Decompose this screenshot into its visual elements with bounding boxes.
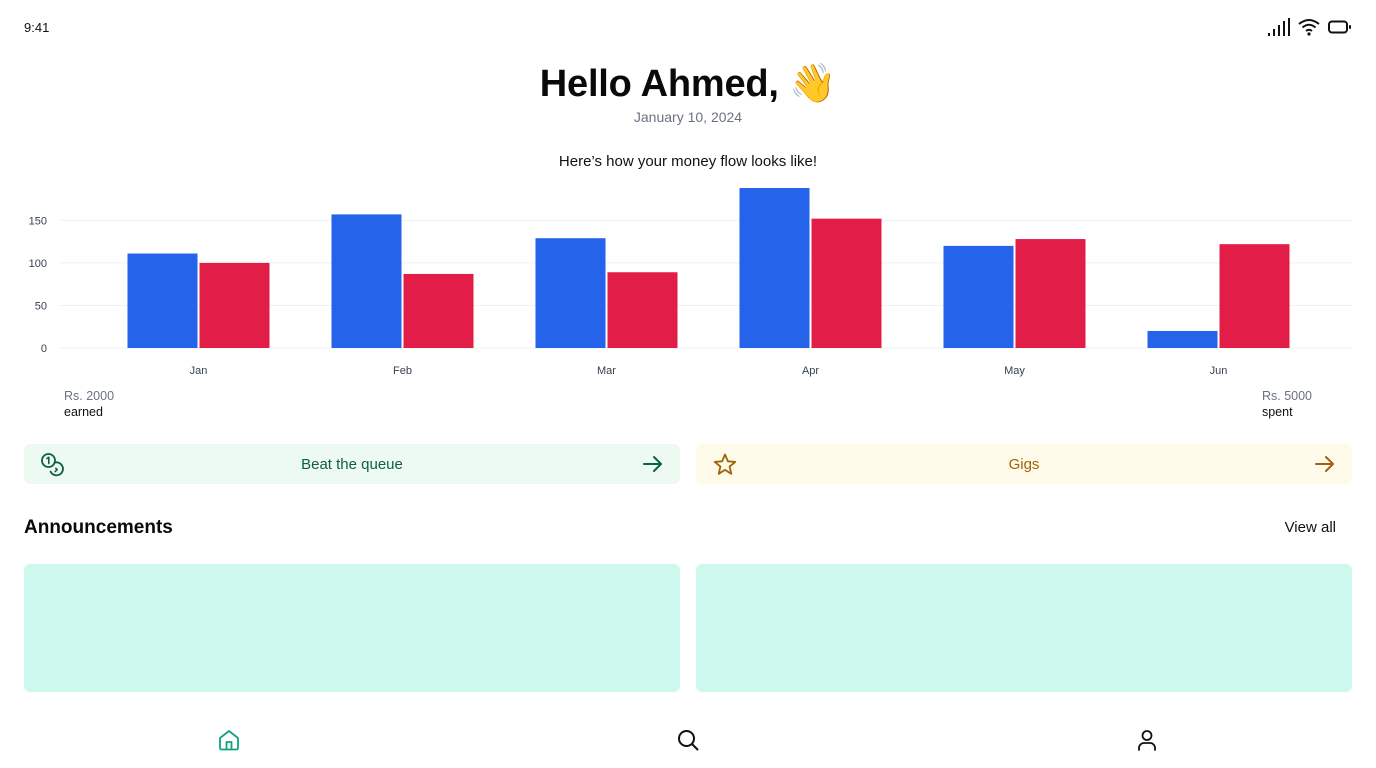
bar-earned: [331, 214, 402, 348]
y-tick-label: 100: [29, 258, 47, 270]
x-tick-label: May: [1004, 365, 1025, 377]
star-icon: [712, 452, 738, 482]
beat-the-queue-label: Beat the queue: [301, 455, 403, 473]
battery-icon: [1328, 20, 1352, 34]
user-icon: [1135, 728, 1159, 757]
x-tick-label: Jan: [190, 365, 208, 377]
arrow-right-icon: [642, 454, 664, 478]
bar-spent: [1219, 244, 1290, 348]
spent-label: spent: [1261, 405, 1293, 419]
view-all-link[interactable]: View all: [1285, 519, 1336, 536]
x-tick-label: Mar: [597, 365, 616, 377]
bar-earned: [739, 188, 810, 348]
announcement-card[interactable]: [24, 564, 680, 692]
status-time: 9:41: [24, 20, 50, 35]
nav-home[interactable]: [205, 728, 253, 756]
money-flow-chart: 0 50 100 150 Jan Feb Mar Apr May Jun: [29, 188, 1352, 377]
x-tick-label: Feb: [393, 365, 412, 377]
nav-search[interactable]: [664, 728, 712, 756]
beat-the-queue-button[interactable]: Beat the queue: [24, 444, 680, 484]
y-tick-label: 50: [35, 300, 47, 312]
status-bar: 9:41: [0, 0, 1376, 54]
bar-spent: [199, 262, 270, 348]
y-tick-label: 0: [41, 343, 47, 355]
earned-summary: Rs. 2000 earned: [64, 388, 114, 420]
bar-earned: [127, 253, 198, 348]
gigs-label: Gigs: [1008, 455, 1040, 473]
bar-spent: [811, 218, 882, 348]
spent-summary: Rs. 5000 spent: [1262, 388, 1312, 420]
announcements-heading: Announcements: [24, 517, 173, 538]
greeting-title: Hello Ahmed, 👋: [539, 63, 837, 105]
wifi-icon: [1298, 18, 1320, 36]
nav-profile[interactable]: [1123, 728, 1171, 756]
spent-amount: Rs. 5000: [1261, 389, 1312, 403]
gigs-button[interactable]: Gigs: [696, 444, 1352, 484]
x-tick-label: Apr: [802, 365, 819, 377]
bar-earned: [1147, 330, 1218, 348]
arrow-right-icon: [1314, 454, 1336, 478]
earned-label: earned: [64, 405, 103, 419]
bar-spent: [1015, 239, 1086, 348]
bottom-nav: [0, 720, 1376, 768]
announcement-card[interactable]: [696, 564, 1352, 692]
bar-earned: [535, 238, 606, 348]
bar-spent: [607, 272, 678, 348]
bar-earned: [943, 245, 1014, 348]
y-tick-label: 150: [29, 215, 47, 227]
totals-row: Rs. 2000 earned Rs. 5000 spent: [64, 388, 1312, 424]
home-icon: [217, 728, 241, 757]
earned-amount: Rs. 2000: [64, 389, 115, 403]
bar-spent: [403, 273, 474, 348]
status-icons: [1268, 18, 1352, 36]
x-tick-label: Jun: [1210, 365, 1228, 377]
chart-subtitle: Here’s how your money flow looks like!: [558, 153, 818, 170]
current-date: January 10, 2024: [633, 109, 743, 125]
search-icon: [676, 728, 700, 757]
coins-icon: [40, 452, 66, 482]
signal-icon: [1268, 18, 1290, 36]
